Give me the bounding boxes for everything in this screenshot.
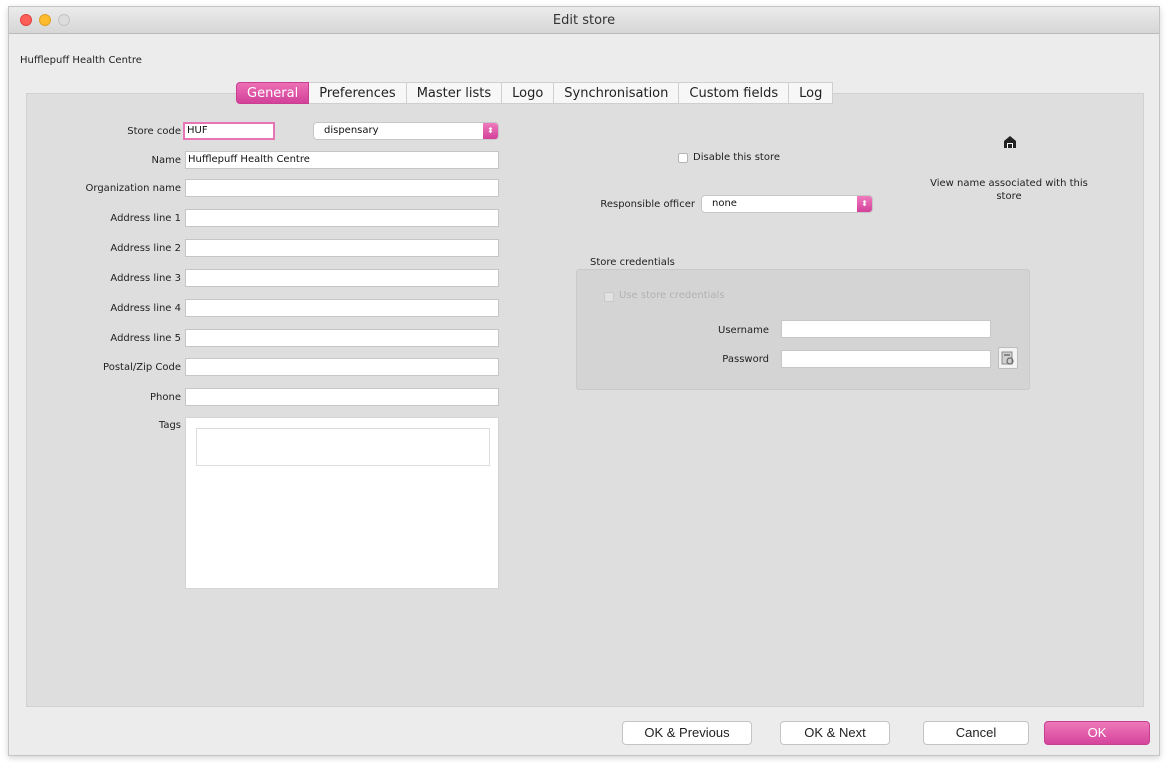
tags-area[interactable] <box>185 417 499 589</box>
tab-preferences[interactable]: Preferences <box>309 82 407 104</box>
building-icon[interactable] <box>1003 135 1017 149</box>
lookup-icon[interactable] <box>998 347 1018 369</box>
store-type-value: dispensary <box>324 125 379 136</box>
username-label: Username <box>718 325 769 336</box>
edit-store-window: Edit store Hufflepuff Health Centre Gene… <box>8 6 1160 756</box>
store-code-label: Store code <box>127 126 181 137</box>
address-line-3-label: Address line 3 <box>110 273 181 284</box>
name-input[interactable]: Hufflepuff Health Centre <box>185 151 499 169</box>
address-line-2-label: Address line 2 <box>110 243 181 254</box>
use-store-credentials-checkbox[interactable] <box>604 292 614 302</box>
tags-label: Tags <box>158 420 181 431</box>
address-line-5-input[interactable] <box>185 329 499 347</box>
tab-synchronisation[interactable]: Synchronisation <box>554 82 680 104</box>
store-code-input[interactable]: HUF <box>183 122 275 140</box>
cancel-button[interactable]: Cancel <box>923 721 1029 745</box>
phone-label: Phone <box>150 392 181 403</box>
tab-bar: General Preferences Master lists Logo Sy… <box>236 82 834 104</box>
tab-master-lists[interactable]: Master lists <box>406 82 503 104</box>
name-label: Name <box>151 155 181 166</box>
address-line-4-input[interactable] <box>185 299 499 317</box>
password-input[interactable] <box>781 350 991 368</box>
ok-next-button[interactable]: OK & Next <box>780 721 890 745</box>
window-title: Edit store <box>552 13 616 28</box>
tab-general[interactable]: General <box>236 82 310 104</box>
tags-input[interactable] <box>196 428 490 466</box>
postal-code-label: Postal/Zip Code <box>103 362 181 373</box>
responsible-officer-value: none <box>712 198 737 209</box>
chevron-updown-icon: ⬍ <box>483 123 498 139</box>
ok-previous-button[interactable]: OK & Previous <box>622 721 752 745</box>
address-line-2-input[interactable] <box>185 239 499 257</box>
disable-store-checkbox[interactable] <box>678 153 688 163</box>
address-line-1-input[interactable] <box>185 209 499 227</box>
password-label: Password <box>722 354 769 365</box>
responsible-officer-label: Responsible officer <box>600 199 695 210</box>
tab-logo[interactable]: Logo <box>502 82 555 104</box>
address-line-1-label: Address line 1 <box>110 213 181 224</box>
title-bar: Edit store <box>9 7 1159 34</box>
view-name-link[interactable]: View name associated with this store <box>924 177 1094 203</box>
disable-store-label: Disable this store <box>693 152 780 163</box>
address-line-5-label: Address line 5 <box>110 333 181 344</box>
phone-input[interactable] <box>185 388 499 406</box>
postal-code-input[interactable] <box>185 358 499 376</box>
responsible-officer-select[interactable]: none ⬍ <box>701 195 873 213</box>
username-input[interactable] <box>781 320 991 338</box>
address-line-4-label: Address line 4 <box>110 303 181 314</box>
tab-log[interactable]: Log <box>789 82 834 104</box>
tab-custom-fields[interactable]: Custom fields <box>679 82 790 104</box>
store-name-heading: Hufflepuff Health Centre <box>20 55 142 66</box>
store-type-select[interactable]: dispensary ⬍ <box>313 122 499 140</box>
store-credentials-title: Store credentials <box>590 257 675 268</box>
ok-button[interactable]: OK <box>1044 721 1150 745</box>
address-line-3-input[interactable] <box>185 269 499 287</box>
use-store-credentials-label: Use store credentials <box>619 290 725 301</box>
chevron-updown-icon: ⬍ <box>857 196 872 212</box>
organization-name-input[interactable] <box>185 179 499 197</box>
organization-name-label: Organization name <box>85 183 181 194</box>
